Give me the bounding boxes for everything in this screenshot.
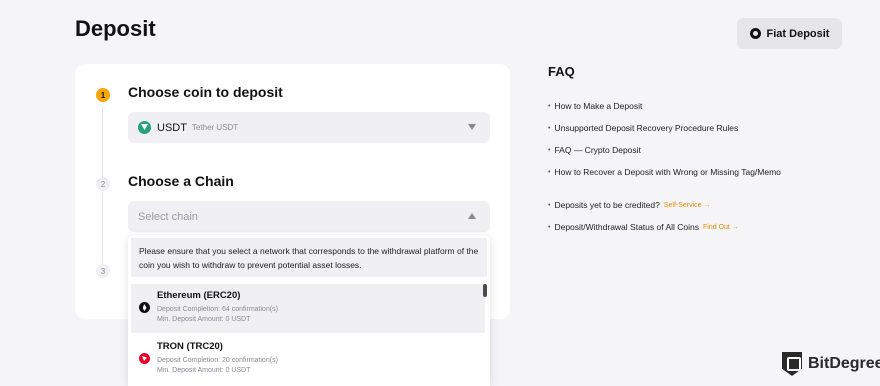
coin-select[interactable]: USDT Tether USDT (128, 112, 490, 143)
chain-option-erc20[interactable]: Ethereum (ERC20) Deposit Completion: 64 … (131, 284, 485, 333)
chain-option-trc20[interactable]: TRON (TRC20) Deposit Completion: 20 conf… (131, 335, 485, 384)
step-2-number: 2 (96, 177, 110, 191)
chain-option-min-amount: Min. Deposit Amount: 0 USDT (157, 316, 251, 324)
step-connector (102, 193, 103, 263)
step-3-number: 3 (96, 264, 110, 278)
step-connector (102, 106, 103, 181)
usdt-icon (138, 121, 151, 134)
faq-link[interactable]: How to Recover a Deposit with Wrong or M… (548, 161, 780, 183)
page-title: Deposit (75, 16, 156, 41)
faq-status-item: Deposit/Withdrawal Status of All Coins F… (548, 216, 781, 238)
faq-list: How to Make a Deposit Unsupported Deposi… (548, 95, 781, 238)
fiat-deposit-label: Fiat Deposit (766, 27, 830, 40)
faq-link[interactable]: FAQ — Crypto Deposit (548, 139, 781, 161)
network-warning: Please ensure that you select a network … (131, 238, 487, 277)
chain-option-name: TRON (TRC20) (157, 341, 223, 352)
step-2-title: Choose a Chain (128, 173, 234, 189)
coin-select-value: USDT (157, 121, 187, 134)
ethereum-icon (139, 302, 150, 313)
find-out-link[interactable]: Find Out → (703, 224, 739, 231)
brand-logo: BitDegree (782, 352, 880, 376)
chevron-up-icon (468, 213, 476, 219)
chain-option-min-amount: Min. Deposit Amount: 0 USDT (157, 367, 251, 375)
self-service-link[interactable]: Self-Service → (664, 202, 711, 209)
coin-select-subtitle: Tether USDT (191, 123, 239, 132)
chain-option-completion: Deposit Completion: 20 confirmation(s) (157, 357, 278, 364)
chain-option-completion: Deposit Completion: 64 confirmation(s) (157, 306, 278, 313)
faq-title: FAQ (548, 64, 575, 79)
fiat-coin-icon (749, 28, 761, 39)
dropdown-scrollbar[interactable] (483, 284, 487, 297)
shield-logo-icon (782, 352, 802, 376)
step-1-number: 1 (96, 88, 110, 102)
faq-link[interactable]: How to Make a Deposit (548, 95, 781, 117)
chain-select-placeholder: Select chain (138, 210, 198, 223)
faq-credit-question: Deposits yet to be credited? (554, 200, 660, 210)
fiat-deposit-button[interactable]: Fiat Deposit (737, 18, 842, 49)
faq-link[interactable]: Unsupported Deposit Recovery Procedure R… (548, 117, 781, 139)
tron-icon (139, 353, 150, 364)
step-1-title: Choose coin to deposit (128, 84, 283, 100)
faq-credit-item: Deposits yet to be credited? Self-Servic… (548, 194, 781, 216)
chain-select[interactable]: Select chain (128, 201, 490, 232)
chain-dropdown: Please ensure that you select a network … (128, 235, 490, 386)
chevron-down-icon (468, 124, 476, 130)
brand-name: BitDegree (808, 355, 880, 372)
chain-option-name: Ethereum (ERC20) (157, 290, 241, 301)
faq-status-question: Deposit/Withdrawal Status of All Coins (554, 222, 700, 232)
